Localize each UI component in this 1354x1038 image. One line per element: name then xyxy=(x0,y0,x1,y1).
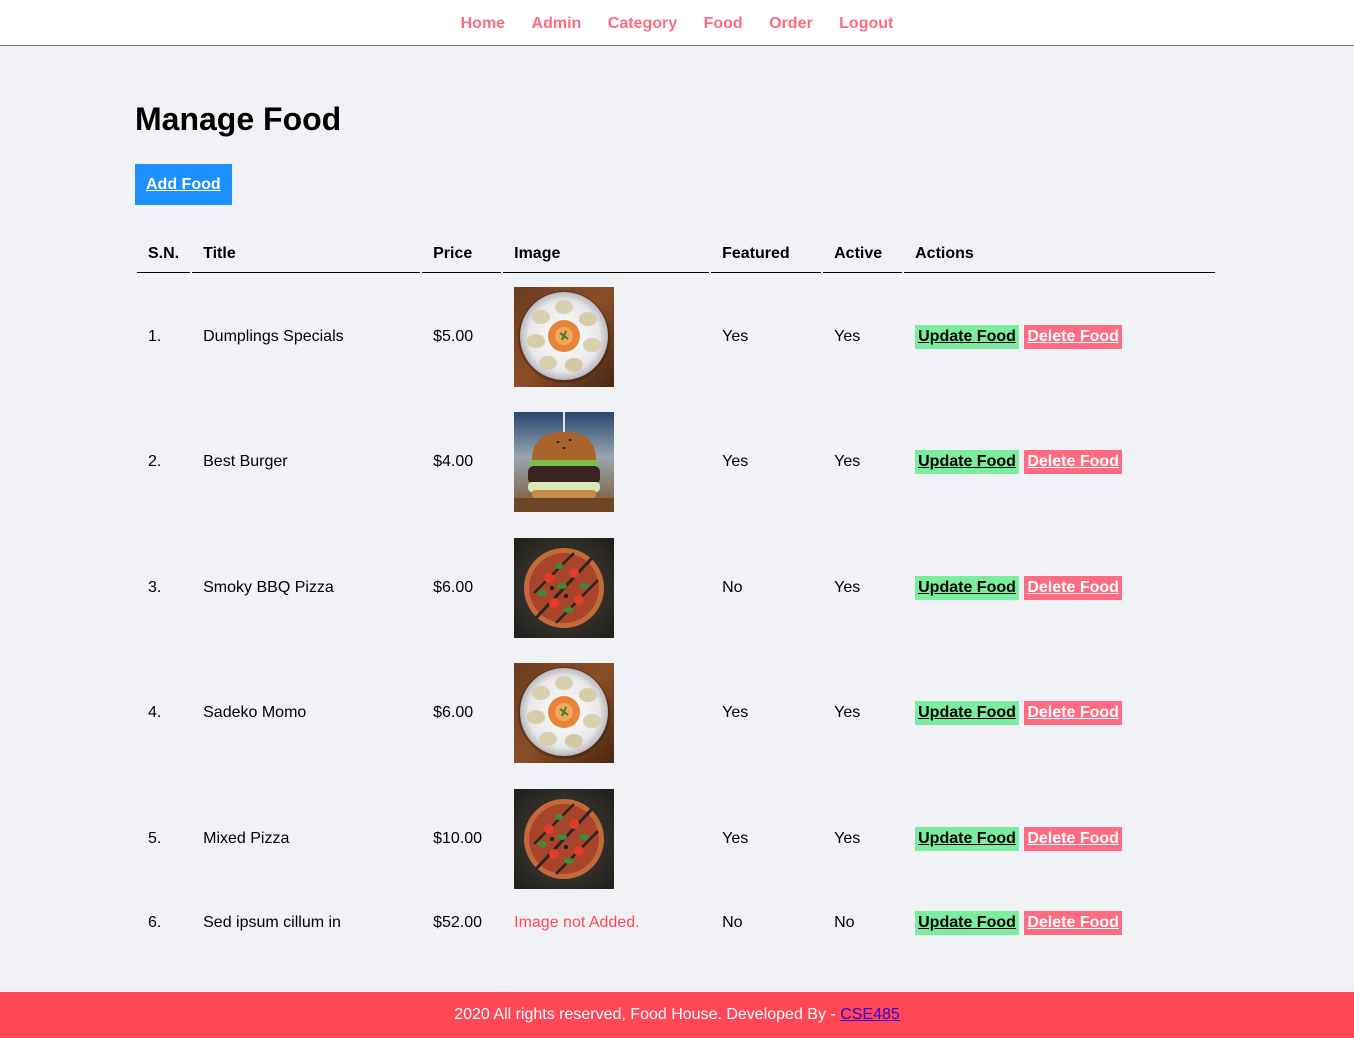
header-actions: Actions xyxy=(904,235,1215,273)
delete-food-button[interactable]: Delete Food xyxy=(1024,826,1122,851)
row-actions: Update Food Delete Food xyxy=(904,275,1215,399)
header-featured: Featured xyxy=(711,235,822,273)
row-active: Yes xyxy=(834,578,861,596)
row-price: $4.00 xyxy=(433,453,474,471)
delete-food-button[interactable]: Delete Food xyxy=(1024,450,1122,475)
delete-food-button[interactable]: Delete Food xyxy=(1024,575,1122,600)
footer: 2020 All rights reserved, Food House. De… xyxy=(0,992,1354,1038)
burger-image xyxy=(514,412,615,513)
food-table-body: 1. Dumplings Specials $5.00 Yes Yes Update Fo… xyxy=(137,275,1215,943)
food-table: S.N. Title Price Image Featured Active A… xyxy=(135,233,1217,945)
row-featured: Yes xyxy=(722,327,749,345)
nav-logout[interactable]: Logout xyxy=(839,15,893,32)
row-featured: Yes xyxy=(722,453,749,471)
update-food-button[interactable]: Update Food xyxy=(915,324,1019,349)
top-nav: Home Admin Category Food Order Logout xyxy=(0,0,1354,46)
update-food-button[interactable]: Update Food xyxy=(915,701,1019,726)
table-row: 3. Smoky BBQ Pizza $6.00 No Yes Update Food D… xyxy=(137,526,1215,650)
row-image xyxy=(503,652,709,776)
momo-image xyxy=(514,663,615,764)
row-title: Mixed Pizza xyxy=(203,829,290,847)
row-sn: 5. xyxy=(148,829,162,847)
row-sn: 6. xyxy=(148,913,162,931)
row-sn: 1. xyxy=(148,327,162,345)
table-row: 2. Best Burger $4.00 Yes Yes Update Food Dele… xyxy=(137,401,1215,525)
row-title: Smoky BBQ Pizza xyxy=(203,578,334,596)
update-food-button[interactable]: Update Food xyxy=(915,450,1019,475)
row-active: No xyxy=(834,913,855,931)
row-title: Sadeko Momo xyxy=(203,704,307,722)
nav-order[interactable]: Order xyxy=(769,15,813,32)
table-row: 4. Sadeko Momo $6.00 Yes Yes Update Food Dele… xyxy=(137,652,1215,776)
table-row: 6. Sed ipsum cillum in $52.00 Image not Add… xyxy=(137,903,1215,943)
pizza-image xyxy=(514,788,615,889)
header-image: Image xyxy=(503,235,710,273)
row-featured: No xyxy=(722,578,743,596)
footer-link[interactable]: CSE485 xyxy=(840,1006,900,1023)
header-title: Title xyxy=(192,235,421,273)
row-title: Sed ipsum cillum in xyxy=(203,913,341,931)
row-sn: 2. xyxy=(148,453,162,471)
update-food-button[interactable]: Update Food xyxy=(915,575,1019,600)
row-image xyxy=(503,526,709,650)
row-title: Dumplings Specials xyxy=(203,327,344,345)
row-featured: Yes xyxy=(722,829,749,847)
delete-food-button[interactable]: Delete Food xyxy=(1024,701,1122,726)
main-content: Manage Food Add Food S.N. Title Price Im… xyxy=(0,46,1354,945)
update-food-button[interactable]: Update Food xyxy=(915,826,1019,851)
page-title: Manage Food xyxy=(135,101,342,137)
row-actions: Update Food Delete Food xyxy=(904,401,1215,525)
row-image: Image not Added. xyxy=(503,903,709,943)
row-image xyxy=(503,401,709,525)
footer-text: 2020 All rights reserved, Food House. De… xyxy=(454,1006,841,1023)
table-row: 1. Dumplings Specials $5.00 Yes Yes Update Fo… xyxy=(137,275,1215,399)
delete-food-button[interactable]: Delete Food xyxy=(1024,324,1122,349)
row-sn: 3. xyxy=(148,578,162,596)
image-not-added-text: Image not Added. xyxy=(514,913,640,931)
row-active: Yes xyxy=(834,829,861,847)
row-title: Best Burger xyxy=(203,453,288,471)
header-active: Active xyxy=(823,235,903,273)
row-sn: 4. xyxy=(148,704,162,722)
header-sn: S.N. xyxy=(137,235,191,273)
nav-home[interactable]: Home xyxy=(461,15,505,32)
row-active: Yes xyxy=(834,327,861,345)
row-active: Yes xyxy=(834,453,861,471)
delete-food-button[interactable]: Delete Food xyxy=(1024,910,1122,935)
momo-image xyxy=(514,286,615,387)
nav-food[interactable]: Food xyxy=(704,15,743,32)
row-price: $6.00 xyxy=(433,578,474,596)
row-image xyxy=(503,275,709,399)
update-food-button[interactable]: Update Food xyxy=(915,910,1019,935)
header-price: Price xyxy=(422,235,502,273)
row-actions: Update Food Delete Food xyxy=(904,903,1215,943)
row-actions: Update Food Delete Food xyxy=(904,777,1215,901)
row-price: $52.00 xyxy=(433,913,483,931)
row-price: $5.00 xyxy=(433,327,474,345)
row-price: $10.00 xyxy=(433,829,483,847)
row-price: $6.00 xyxy=(433,704,474,722)
row-featured: No xyxy=(722,913,743,931)
pizza-image xyxy=(514,537,615,638)
nav-admin[interactable]: Admin xyxy=(532,15,582,32)
row-actions: Update Food Delete Food xyxy=(904,652,1215,776)
row-active: Yes xyxy=(834,704,861,722)
row-actions: Update Food Delete Food xyxy=(904,526,1215,650)
table-header-row: S.N. Title Price Image Featured Active A… xyxy=(137,235,1215,273)
row-featured: Yes xyxy=(722,704,749,722)
row-image xyxy=(503,777,709,901)
nav-category[interactable]: Category xyxy=(608,15,677,32)
add-food-button[interactable]: Add Food xyxy=(135,164,232,205)
table-row: 5. Mixed Pizza $10.00 Yes Yes Update Food Del… xyxy=(137,777,1215,901)
